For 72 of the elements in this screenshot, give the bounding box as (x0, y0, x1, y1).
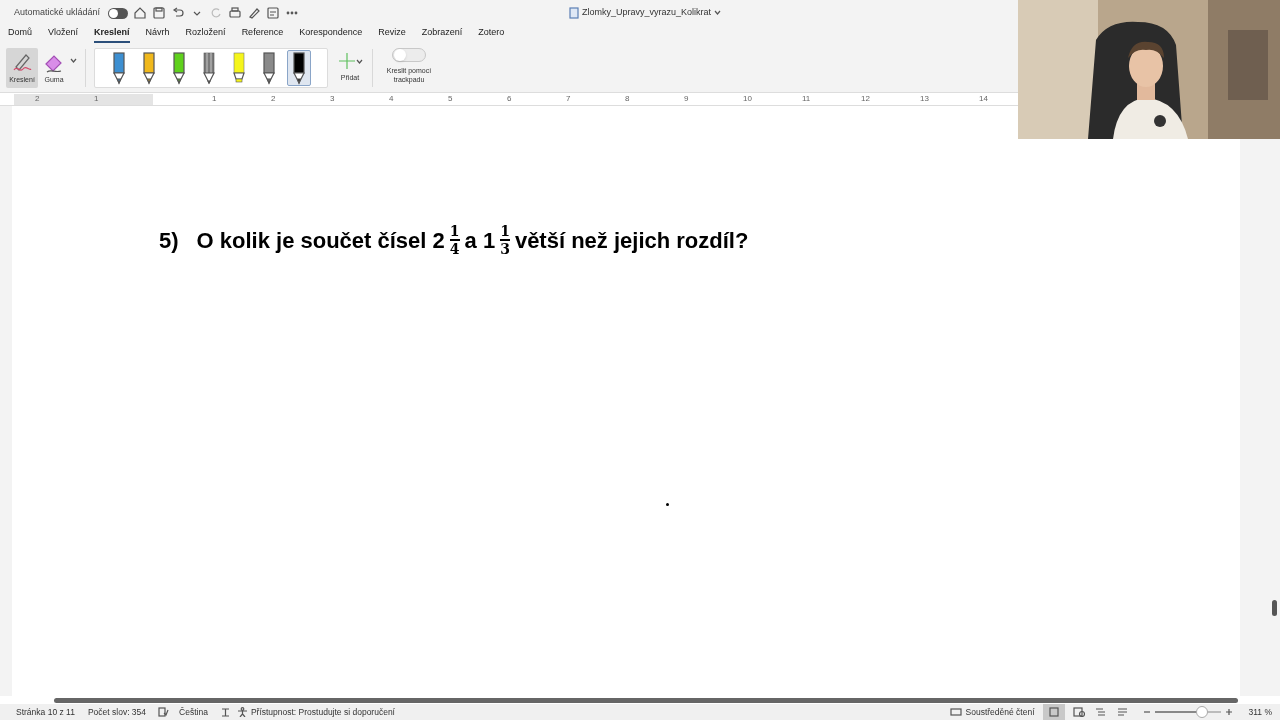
pen-icon[interactable] (247, 6, 262, 20)
pen-icon (142, 51, 156, 85)
ruler-number: 1 (94, 94, 99, 103)
ruler-number: 5 (448, 94, 453, 103)
zoom-out-icon[interactable] (1142, 708, 1151, 716)
ruler-number: 8 (625, 94, 630, 103)
ruler-number: 7 (566, 94, 571, 103)
print-layout-button[interactable] (1042, 704, 1065, 720)
focus-icon[interactable] (949, 707, 962, 717)
question-text: větší než jejich rozdíl? (514, 226, 749, 255)
form-icon[interactable] (266, 6, 281, 20)
caret-icon[interactable] (70, 56, 77, 64)
zoom-percent[interactable]: 311 % (1248, 705, 1272, 719)
zoom-in-icon[interactable] (1224, 708, 1233, 716)
home-icon[interactable] (133, 6, 148, 20)
ruler-number: 3 (330, 94, 335, 103)
print-icon[interactable] (228, 6, 243, 20)
ribbon-tab[interactable]: Domů (8, 26, 32, 43)
accessibility-status[interactable]: Přístupnost: Prostudujte si doporučení (250, 705, 395, 719)
web-layout-icon[interactable] (1072, 707, 1085, 717)
scrollbar-thumb[interactable] (1272, 600, 1277, 616)
accessibility-icon[interactable] (236, 707, 248, 717)
fraction: 1 4 (449, 223, 460, 257)
ribbon-tab[interactable]: Kreslení (94, 26, 130, 43)
document-icon[interactable] (569, 6, 579, 19)
autosave-label: Automatické ukládání (14, 6, 101, 20)
pen-icon (172, 51, 186, 85)
ribbon-tab[interactable]: Návrh (145, 26, 170, 43)
caret-icon[interactable] (355, 57, 363, 65)
highlighter-icon (232, 51, 246, 85)
pen-icon (112, 51, 126, 85)
page-count[interactable]: Stránka 10 z 11 (16, 705, 75, 719)
ribbon-tab[interactable]: Korespondence (299, 26, 363, 43)
pen-button[interactable] (287, 50, 311, 86)
ruler-number: 9 (684, 94, 689, 103)
ruler-number: 13 (920, 94, 929, 103)
word-count[interactable]: Počet slov: 354 (87, 705, 147, 719)
caret-icon[interactable] (714, 9, 722, 17)
question-text: a 1 (464, 226, 496, 255)
save-icon[interactable] (152, 6, 167, 20)
trackpad-toggle[interactable] (392, 48, 426, 62)
autosave-toggle[interactable] (108, 7, 129, 19)
ruler-number: 14 (979, 94, 988, 103)
ruler-number: 6 (507, 94, 512, 103)
text-predictions-icon[interactable] (219, 707, 231, 717)
question-number: 5) (159, 226, 179, 255)
page-icon[interactable] (1048, 707, 1059, 717)
ruler-number: 12 (861, 94, 870, 103)
document-title[interactable]: Zlomky_Upravy_vyrazu_Kolikrat (582, 6, 712, 20)
horizontal-scrollbar[interactable] (54, 697, 1238, 703)
ribbon-tab[interactable]: Reference (241, 26, 284, 43)
ribbon-tab[interactable]: Zotero (478, 26, 505, 43)
ruler-number: 4 (389, 94, 394, 103)
ruler-number: 2 (35, 94, 40, 103)
proofing-icon[interactable] (158, 707, 170, 717)
ruler-number: 10 (743, 94, 752, 103)
pen-icon (262, 51, 276, 85)
fraction: 1 3 (500, 223, 510, 257)
ruler-number: 11 (802, 94, 811, 103)
zoom-slider[interactable] (1154, 706, 1221, 718)
undo-icon[interactable] (171, 6, 186, 20)
language[interactable]: Čeština (179, 705, 208, 719)
pen-icon (292, 51, 306, 85)
ruler-number: 1 (212, 94, 217, 103)
ribbon-tab[interactable]: Revize (378, 26, 406, 43)
pencil-icon (202, 51, 216, 85)
ribbon-tab[interactable]: Zobrazení (421, 26, 463, 43)
ribbon-tab[interactable]: Rozložení (185, 26, 226, 43)
ruler-number: 2 (271, 94, 276, 103)
focus-mode-button[interactable]: Soustředěné čtení (965, 705, 1035, 719)
question-text: O kolik je součet čísel 2 (196, 226, 445, 255)
ribbon-tab[interactable]: Vložení (48, 26, 79, 43)
